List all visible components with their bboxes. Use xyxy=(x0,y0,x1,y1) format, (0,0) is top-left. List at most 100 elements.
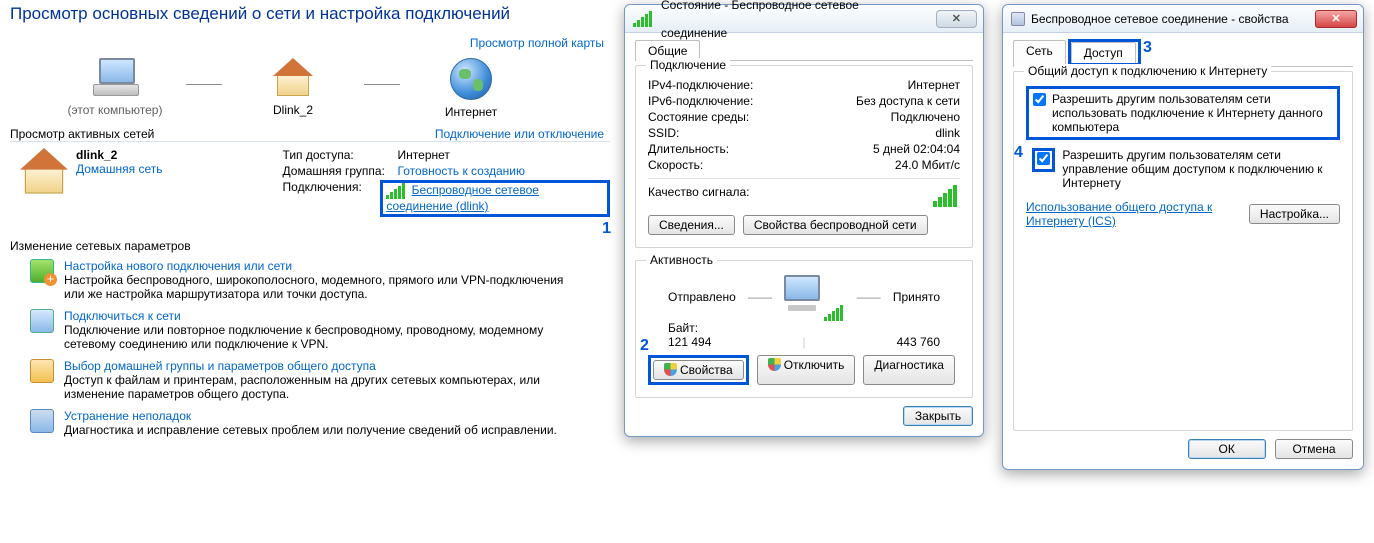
internet-label: Интернет xyxy=(406,105,536,119)
duration-key: Длительность: xyxy=(648,142,729,156)
connect-network-desc: Подключение или повторное подключение к … xyxy=(64,323,584,351)
homegroup-key: Домашняя группа: xyxy=(283,164,398,178)
homegroup-link[interactable]: Выбор домашней группы и параметров общег… xyxy=(64,359,376,373)
bytes-recv-value: 443 760 xyxy=(897,335,940,349)
network-map: (этот компьютер) Dlink_2 Интернет xyxy=(50,58,610,119)
ics-help-link[interactable]: Использование общего доступа к Интернету… xyxy=(1026,200,1216,228)
highlight-box-2: Свойства xyxy=(648,355,749,385)
internet-icon xyxy=(450,58,492,100)
new-connection-desc: Настройка беспроводного, широкополосного… xyxy=(64,273,584,301)
connect-network-link[interactable]: Подключиться к сети xyxy=(64,309,181,323)
step-1-label: 1 xyxy=(602,220,611,238)
shield-icon xyxy=(768,358,781,371)
allow-control-label: Разрешить другим пользователям сети упра… xyxy=(1062,148,1332,190)
signal-key: Качество сигнала: xyxy=(648,185,749,207)
allow-share-label: Разрешить другим пользователям сети испо… xyxy=(1052,92,1333,134)
settings-button[interactable]: Настройка... xyxy=(1249,204,1340,224)
media-key: Состояние среды: xyxy=(648,110,749,124)
allow-share-checkbox[interactable] xyxy=(1033,93,1046,106)
close-button[interactable]: ✕ xyxy=(1315,10,1357,28)
status-title: Состояние - Беспроводное сетевое соедине… xyxy=(661,0,924,47)
page-title: Просмотр основных сведений о сети и наст… xyxy=(10,4,610,24)
connect-network-icon xyxy=(30,309,54,333)
network-sharing-panel: Просмотр основных сведений о сети и наст… xyxy=(10,4,610,445)
step-3-label: 3 xyxy=(1143,39,1152,57)
map-connector xyxy=(364,84,400,85)
active-networks-header: Просмотр активных сетей xyxy=(10,127,154,141)
wifi-signal-icon xyxy=(386,183,405,199)
troubleshoot-link[interactable]: Устранение неполадок xyxy=(64,409,191,423)
settings-header: Изменение сетевых параметров xyxy=(10,239,610,253)
status-titlebar[interactable]: Состояние - Беспроводное сетевое соедине… xyxy=(625,5,983,33)
highlight-box-4a: Разрешить другим пользователям сети испо… xyxy=(1026,86,1340,140)
ssid-key: SSID: xyxy=(648,126,679,140)
new-connection-link[interactable]: Настройка нового подключения или сети xyxy=(64,259,292,273)
properties-dialog: Беспроводное сетевое соединение - свойст… xyxy=(1002,4,1364,470)
ipv6-key: IPv6-подключение: xyxy=(648,94,753,108)
adapter-icon xyxy=(1011,12,1025,26)
computer-icon xyxy=(91,58,139,98)
connection-group-title: Подключение xyxy=(646,58,730,72)
view-map-link[interactable]: Просмотр полной карты xyxy=(470,36,604,50)
signal-strength-icon xyxy=(933,185,957,207)
wireless-properties-button[interactable]: Свойства беспроводной сети xyxy=(743,215,928,235)
status-dialog: Состояние - Беспроводное сетевое соедине… xyxy=(624,4,984,437)
properties-title: Беспроводное сетевое соединение - свойст… xyxy=(1031,5,1289,33)
close-button[interactable]: ✕ xyxy=(936,10,977,28)
router-label: Dlink_2 xyxy=(228,103,358,117)
active-network-block: dlink_2 Домашняя сеть Тип доступа:Интерн… xyxy=(22,148,610,219)
wifi-signal-icon xyxy=(633,11,652,27)
sent-label: Отправлено xyxy=(668,290,736,304)
speed-key: Скорость: xyxy=(648,158,703,172)
connection-group: Подключение IPv4-подключение:Интернет IP… xyxy=(635,65,973,248)
tab-network[interactable]: Сеть xyxy=(1013,40,1066,67)
activity-group: Активность Отправлено —— —— Принято Байт… xyxy=(635,260,973,398)
speed-value: 24.0 Мбит/с xyxy=(895,158,960,172)
properties-titlebar[interactable]: Беспроводное сетевое соединение - свойст… xyxy=(1003,5,1363,33)
diagnose-button[interactable]: Диагностика xyxy=(863,355,955,385)
ssid-value: dlink xyxy=(935,126,960,140)
bytes-sent-value: 121 494 xyxy=(668,335,711,349)
cancel-button[interactable]: Отмена xyxy=(1275,439,1353,459)
troubleshoot-icon xyxy=(30,409,54,433)
ipv4-key: IPv4-подключение: xyxy=(648,78,753,92)
connect-disconnect-link[interactable]: Подключение или отключение xyxy=(435,127,604,141)
allow-control-checkbox[interactable] xyxy=(1037,152,1050,165)
step-4-label: 4 xyxy=(1014,144,1023,162)
troubleshoot-desc: Диагностика и исправление сетевых пробле… xyxy=(64,423,557,437)
disable-button[interactable]: Отключить xyxy=(757,355,856,385)
ics-group-title: Общий доступ к подключению к Интернету xyxy=(1024,64,1271,78)
router-icon xyxy=(271,58,315,98)
highlight-box-4b xyxy=(1032,148,1055,172)
activity-group-title: Активность xyxy=(646,253,717,267)
ok-button[interactable]: ОК xyxy=(1188,439,1266,459)
access-type-value: Интернет xyxy=(398,148,450,162)
network-name: dlink_2 xyxy=(76,148,117,162)
tab-sharing[interactable]: Доступ xyxy=(1071,42,1136,63)
activity-icon xyxy=(784,275,844,319)
received-label: Принято xyxy=(893,290,940,304)
media-value: Подключено xyxy=(891,110,960,124)
ipv4-value: Интернет xyxy=(908,78,960,92)
access-type-key: Тип доступа: xyxy=(283,148,398,162)
ics-group: Общий доступ к подключению к Интернету Р… xyxy=(1013,71,1353,431)
duration-value: 5 дней 02:04:04 xyxy=(873,142,960,156)
homegroup-icon xyxy=(30,359,54,383)
connection-link[interactable]: Беспроводное сетевое соединение (dlink) xyxy=(386,183,539,213)
connections-key: Подключения: xyxy=(283,180,381,217)
properties-button[interactable]: Свойства xyxy=(653,360,744,380)
new-connection-icon xyxy=(30,259,54,283)
close-dialog-button[interactable]: Закрыть xyxy=(903,406,973,426)
computer-sublabel: (этот компьютер) xyxy=(50,103,180,117)
step-2-label: 2 xyxy=(640,337,649,355)
network-category-link[interactable]: Домашняя сеть xyxy=(76,162,162,176)
ipv6-value: Без доступа к сети xyxy=(856,94,960,108)
details-button[interactable]: Сведения... xyxy=(648,215,735,235)
highlight-box-3: Доступ xyxy=(1068,39,1141,66)
network-category-icon xyxy=(18,148,71,196)
homegroup-desc: Доступ к файлам и принтерам, расположенн… xyxy=(64,373,584,401)
properties-tabs: Сеть Доступ 3 xyxy=(1013,39,1353,67)
map-connector xyxy=(186,84,222,85)
homegroup-link[interactable]: Готовность к созданию xyxy=(398,164,525,178)
shield-icon xyxy=(664,363,677,376)
